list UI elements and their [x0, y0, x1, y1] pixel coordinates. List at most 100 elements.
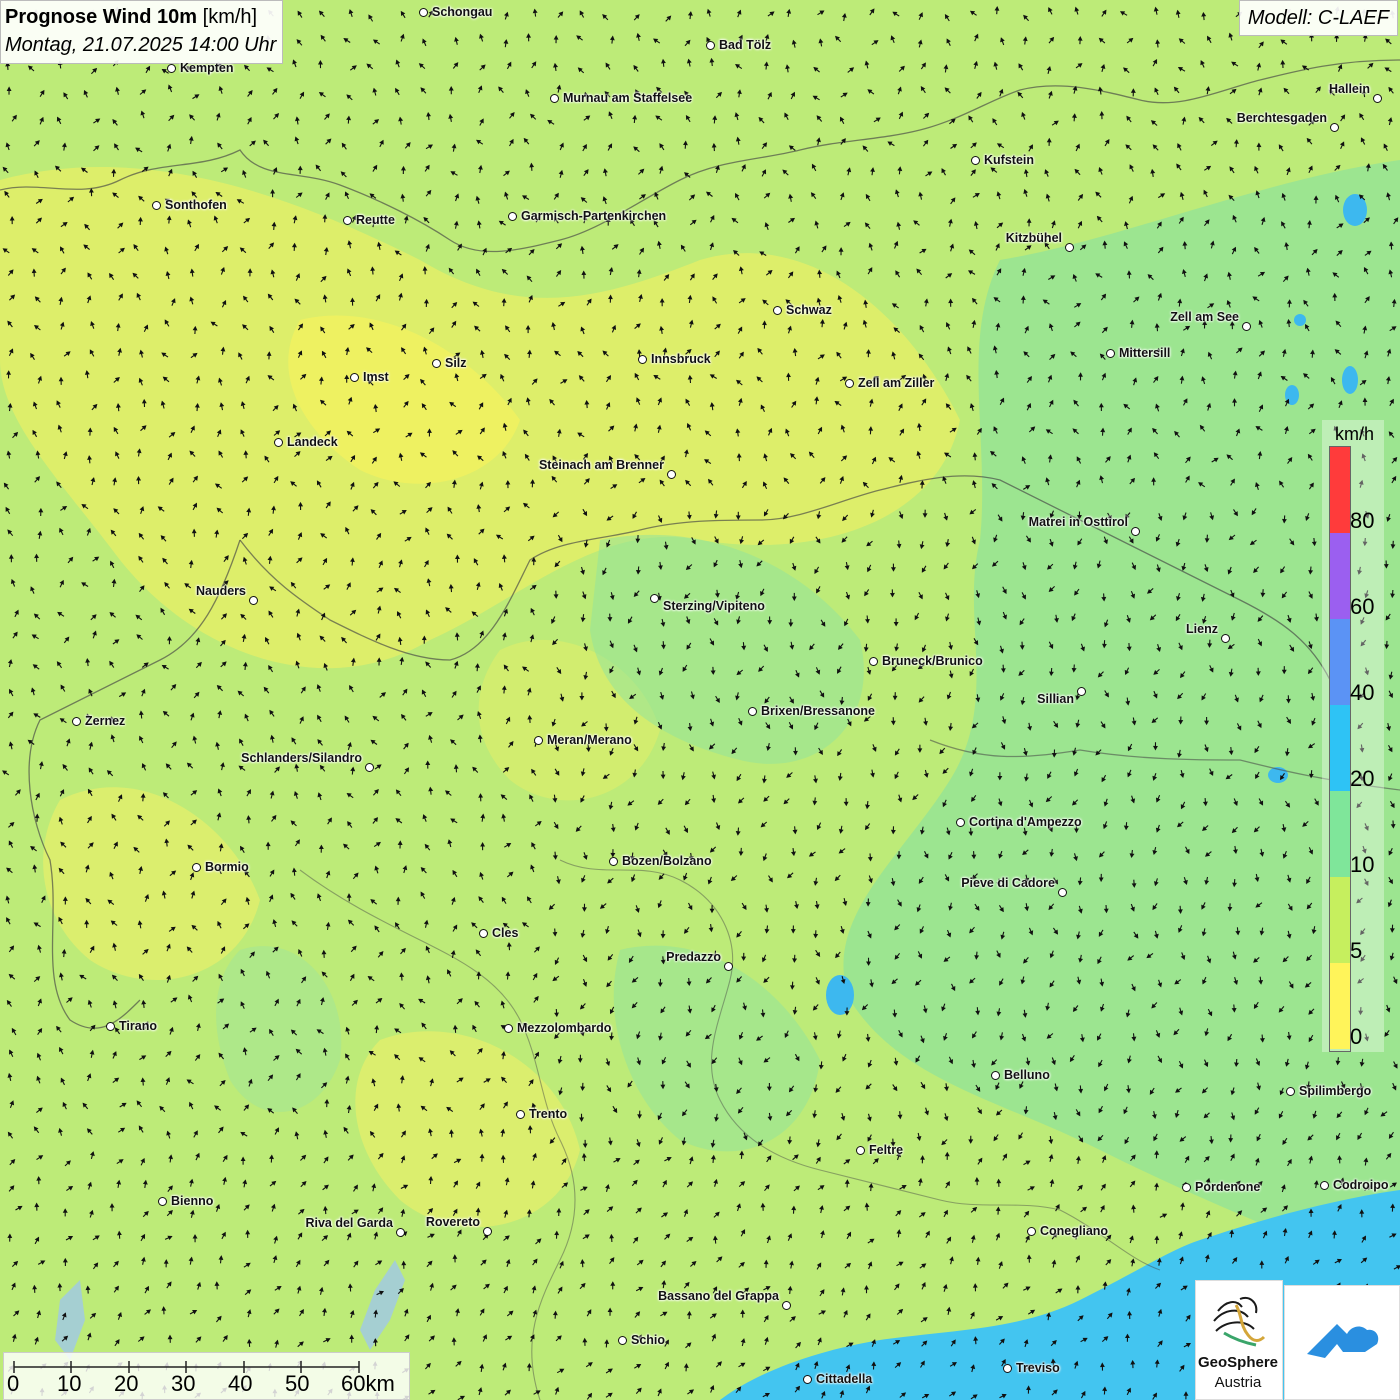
wind-arrow-head [1048, 1139, 1054, 1145]
wind-arrow-head [709, 57, 715, 63]
wind-arrow-head [1046, 137, 1052, 143]
wind-arrow-head [971, 1063, 977, 1069]
wind-arrow-head [923, 298, 929, 304]
wind-arrow-head [398, 116, 404, 122]
wind-arrow-head [1076, 303, 1082, 308]
wind-arrow-head [1278, 1113, 1284, 1119]
wind-arrow-head [948, 726, 954, 732]
wind-arrow-head [1201, 376, 1206, 382]
wind-arrow-head [37, 375, 42, 381]
wind-forecast-map[interactable]: Prognose Wind 10m [km/h] Montag, 21.07.2… [0, 0, 1400, 1400]
wind-arrow-head [292, 215, 298, 221]
wind-arrow-head [186, 1079, 192, 1084]
wind-arrow-head [634, 372, 640, 379]
wind-arrow-head [321, 350, 327, 356]
wind-arrow-head [659, 694, 665, 700]
wind-arrow-head [997, 775, 1003, 781]
wind-arrow-head [1151, 477, 1157, 482]
wind-arrow-head [57, 424, 63, 430]
wind-arrow-head [1154, 1182, 1159, 1188]
wind-arrow-head [1233, 980, 1239, 985]
wind-arrow-head [166, 143, 172, 149]
wind-arrow-head [239, 738, 244, 744]
wind-arrow-head [30, 687, 36, 693]
wind-arrow-head [1363, 267, 1369, 273]
wind-arrow-head [136, 292, 142, 298]
wind-arrow-head [1312, 1113, 1318, 1119]
wind-arrow-head [1027, 725, 1033, 731]
wind-arrow-head [1203, 1061, 1209, 1068]
wind-arrow-head [138, 735, 144, 741]
wind-arrow-head [1280, 59, 1286, 65]
wind-arrow-head [86, 527, 91, 533]
wind-arrow-head [525, 397, 531, 403]
wind-arrow-head [218, 843, 224, 849]
wind-arrow-head [422, 814, 428, 820]
wind-arrow-head [485, 1078, 491, 1083]
wind-arrow-head [577, 432, 583, 438]
wind-arrow-head [451, 479, 457, 485]
wind-arrow-head [1205, 86, 1211, 91]
wind-arrow-head [246, 789, 251, 795]
wind-arrow-head [1177, 752, 1182, 758]
wind-arrow-head [897, 797, 903, 803]
wind-arrow-head [924, 1110, 930, 1116]
wind-arrow-head [681, 1140, 687, 1146]
wind-arrow-head [898, 403, 903, 409]
wind-arrow-head [1387, 902, 1393, 908]
wind-arrow-head [501, 298, 507, 303]
wind-arrow-head [708, 927, 714, 933]
wind-arrow-head [993, 537, 998, 543]
wind-arrow-head [1338, 223, 1344, 228]
wind-arrow-head [450, 818, 456, 823]
wind-arrow-head [711, 1007, 716, 1013]
wind-arrow-head [1207, 35, 1212, 41]
wind-arrow-head [635, 1141, 641, 1148]
wind-arrow-head [1095, 273, 1101, 278]
wind-arrow-head [665, 829, 670, 835]
wind-arrow-head [1256, 1136, 1261, 1142]
wind-arrow-head [998, 88, 1004, 94]
wind-arrow-head [1152, 745, 1158, 751]
wind-arrow-head [1075, 722, 1081, 728]
wind-arrow-head [1052, 1115, 1058, 1121]
wind-arrow-head [110, 560, 115, 566]
wind-arrow-head [501, 554, 507, 559]
wind-arrow-head [187, 219, 192, 225]
wind-arrow-head [971, 539, 976, 545]
wind-arrow-head [505, 480, 511, 485]
wind-arrow-head [706, 8, 712, 14]
wind-arrow-head [657, 397, 662, 403]
wind-arrow-head [297, 165, 303, 171]
wind-arrow-head [1391, 298, 1397, 304]
wind-arrow-head [1077, 908, 1083, 914]
wind-arrow-head [166, 1130, 171, 1136]
wind-arrow-head [161, 68, 167, 74]
wind-arrow-head [503, 39, 509, 44]
wind-arrow-head [846, 167, 852, 173]
wind-arrow-head [507, 397, 512, 403]
wind-arrow-head [1157, 292, 1162, 298]
wind-arrow-head [558, 1090, 564, 1096]
wind-arrow-head [87, 1181, 93, 1187]
wind-arrow-head [1314, 800, 1319, 806]
wind-arrow-head [1388, 674, 1394, 680]
wind-arrow-head [14, 609, 19, 615]
wind-arrow-head [1152, 59, 1158, 65]
wind-arrow-head [453, 220, 459, 226]
wind-arrow-head [1071, 113, 1077, 118]
wind-arrow-head [1289, 983, 1294, 989]
wind-arrow-head [1099, 111, 1105, 116]
wind-arrow-head [160, 400, 166, 406]
wind-arrow-head [245, 375, 250, 381]
wind-arrow-head [1000, 744, 1006, 750]
wind-arrow-head [296, 1073, 301, 1079]
wind-arrow-head [350, 297, 355, 302]
wind-arrow-head [609, 750, 614, 756]
wind-arrow-head [1255, 1060, 1261, 1066]
wind-arrow-head [760, 404, 766, 410]
wind-arrow-head [115, 86, 120, 92]
wind-arrow-head [1227, 271, 1232, 277]
wind-arrow-head [1181, 116, 1187, 122]
wind-arrow-head [1044, 169, 1050, 175]
